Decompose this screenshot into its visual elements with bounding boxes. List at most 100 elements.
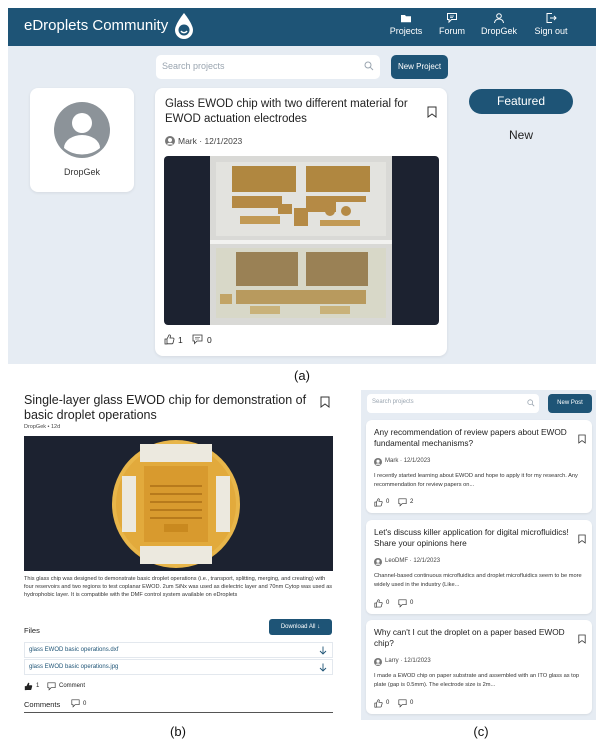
author-name[interactable]: DropGek	[24, 424, 46, 430]
caption-c: (c)	[473, 724, 489, 739]
author-name[interactable]: Mark	[385, 458, 398, 464]
search-placeholder: Search projects	[372, 399, 414, 405]
comments-count: 0	[83, 701, 87, 707]
avatar-icon	[54, 102, 110, 158]
author-name[interactable]: Larry	[385, 658, 399, 664]
project-title[interactable]: Glass EWOD chip with two different mater…	[165, 97, 420, 127]
download-arrow-icon[interactable]	[319, 663, 327, 672]
comment-icon[interactable]	[192, 334, 203, 345]
search-input[interactable]: Search projects	[367, 394, 539, 413]
files-heading: Files	[24, 626, 40, 635]
comment-icon[interactable]	[47, 682, 56, 691]
like-filled-icon[interactable]	[24, 682, 33, 691]
new-tab[interactable]: New	[469, 128, 573, 142]
author-name[interactable]: Mark	[178, 136, 197, 146]
nav-sign-out[interactable]: Sign out	[527, 12, 575, 36]
post-meta: Larry · 12/1/2023	[385, 658, 431, 664]
comment-icon[interactable]	[398, 699, 407, 708]
project-detail-title: Single-layer glass EWOD chip for demonst…	[24, 393, 307, 422]
forum-post-card[interactable]: Let's discuss killer application for dig…	[366, 520, 592, 614]
comment-count: 2	[410, 499, 414, 505]
brand-title[interactable]: eDroplets Community	[24, 17, 168, 34]
post-date: 12/1/2023	[204, 136, 243, 146]
bookmark-icon[interactable]	[578, 534, 586, 544]
user-icon	[494, 13, 504, 24]
new-project-button[interactable]: New Project	[391, 55, 448, 79]
file-row[interactable]: glass EWOD basic operations.dxf	[24, 642, 333, 658]
forum-post-card[interactable]: Any recommendation of review papers abou…	[366, 420, 592, 513]
author-avatar-icon	[374, 558, 382, 566]
nav-profile-label: DropGek	[480, 26, 517, 36]
file-row[interactable]: glass EWOD basic operations.jpg	[24, 659, 333, 675]
panel-a-projects-page: eDroplets Community Projects Forum DropG…	[8, 8, 596, 364]
sign-out-icon	[546, 13, 557, 23]
new-post-button[interactable]: New Post	[548, 394, 592, 413]
search-placeholder: Search projects	[162, 61, 225, 71]
chat-icon	[447, 13, 457, 24]
top-nav-bar: eDroplets Community Projects Forum DropG…	[8, 8, 596, 46]
comment-count: 0	[410, 600, 414, 606]
post-excerpt: I recently started learning about EWOD a…	[374, 473, 578, 488]
post-excerpt: I made a EWOD chip on paper substrate an…	[374, 673, 580, 688]
folder-icon	[401, 15, 411, 23]
like-count: 0	[386, 700, 390, 706]
like-icon[interactable]	[374, 599, 383, 608]
search-input[interactable]: Search projects	[156, 55, 380, 79]
like-count: 1	[178, 335, 183, 345]
post-date: 12/1/2023	[403, 458, 431, 464]
chip-wafer-photo	[24, 436, 333, 571]
nav-forum[interactable]: Forum	[428, 12, 476, 36]
project-detail-meta: DropGek • 12d	[24, 424, 61, 430]
project-card[interactable]: Glass EWOD chip with two different mater…	[155, 88, 447, 356]
bookmark-icon[interactable]	[578, 434, 586, 444]
nav-projects-label: Projects	[389, 26, 423, 36]
like-count: 1	[36, 683, 40, 689]
nav-projects[interactable]: Projects	[382, 12, 430, 36]
comment-button[interactable]: Comment	[59, 683, 85, 689]
post-excerpt: Channel-based continuous microfluidics a…	[374, 573, 582, 588]
download-all-label: Download All	[280, 624, 316, 630]
download-arrow-icon[interactable]	[319, 646, 327, 655]
search-icon[interactable]	[364, 61, 374, 71]
search-icon[interactable]	[527, 399, 535, 407]
bookmark-icon[interactable]	[578, 634, 586, 644]
like-icon[interactable]	[374, 699, 383, 708]
comments-heading: Comments	[24, 700, 61, 709]
nav-sign-out-label: Sign out	[534, 26, 568, 36]
caption-a: (a)	[294, 368, 310, 383]
comment-icon[interactable]	[398, 498, 407, 507]
post-title[interactable]: Why can't I cut the droplet on a paper b…	[374, 627, 570, 649]
forum-post-card[interactable]: Why can't I cut the droplet on a paper b…	[366, 620, 592, 714]
panel-b-project-detail: Single-layer glass EWOD chip for demonst…	[15, 390, 351, 720]
post-title[interactable]: Any recommendation of review papers abou…	[374, 427, 570, 449]
nav-forum-label: Forum	[438, 26, 465, 36]
post-age: 12d	[51, 424, 61, 430]
like-count: 0	[386, 499, 390, 505]
featured-tab[interactable]: Featured	[469, 89, 573, 114]
file-name[interactable]: glass EWOD basic operations.dxf	[29, 647, 118, 653]
download-all-button[interactable]: Download All ↓	[269, 619, 332, 635]
project-description: This glass chip was designed to demonstr…	[24, 576, 333, 598]
bookmark-icon[interactable]	[320, 396, 330, 408]
comment-count: 0	[207, 335, 212, 345]
post-meta: LeoDMF · 12/1/2023	[385, 558, 441, 564]
droplet-logo-icon[interactable]	[173, 12, 195, 40]
like-icon[interactable]	[164, 334, 175, 345]
project-meta: Mark · 12/1/2023	[178, 136, 243, 146]
project-detail-image[interactable]	[24, 436, 333, 571]
bookmark-icon[interactable]	[427, 106, 437, 118]
author-name[interactable]: LeoDMF	[385, 558, 408, 564]
like-icon[interactable]	[374, 498, 383, 507]
post-meta: Mark · 12/1/2023	[385, 458, 431, 464]
like-count: 0	[386, 600, 390, 606]
author-avatar-icon	[165, 136, 175, 146]
divider	[24, 712, 333, 713]
panel-c-forum: Search projects New Post Any recommendat…	[361, 390, 596, 720]
profile-card[interactable]: DropGek	[30, 88, 134, 192]
comment-count: 0	[410, 700, 414, 706]
comment-icon[interactable]	[398, 599, 407, 608]
post-title[interactable]: Let's discuss killer application for dig…	[374, 527, 570, 549]
file-name[interactable]: glass EWOD basic operations.jpg	[29, 664, 118, 670]
project-image[interactable]	[164, 156, 439, 325]
nav-profile[interactable]: DropGek	[475, 12, 523, 36]
